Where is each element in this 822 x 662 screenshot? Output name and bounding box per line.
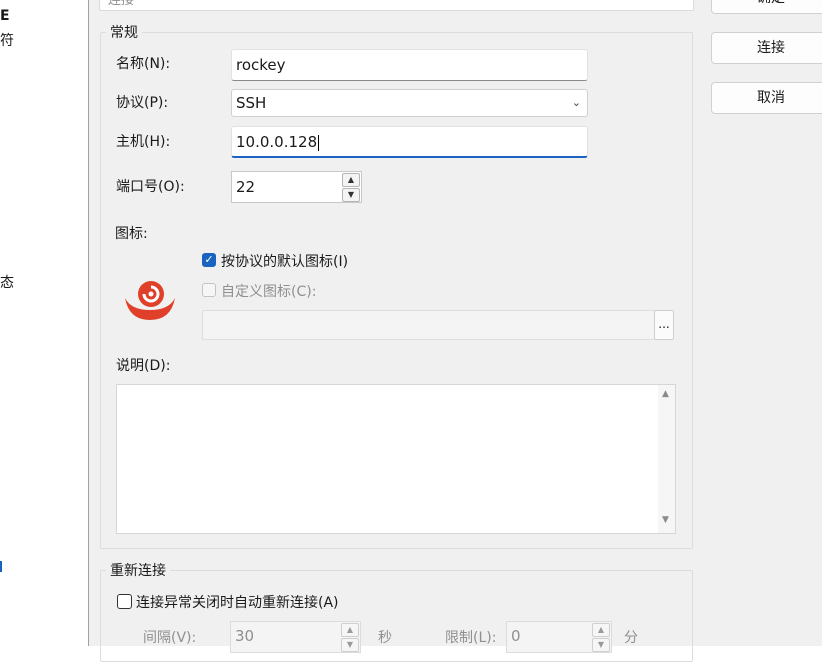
limit-up-button[interactable]: ▲ [592,623,610,637]
auto-reconnect-label: 连接异常关闭时自动重新连接(A) [136,595,339,611]
limit-unit: 分 [624,630,638,646]
chevron-down-icon: ⌄ [571,96,581,109]
interval-label: 间隔(V): [143,630,197,646]
limit-stepper[interactable]: 0 ▲ ▼ [506,621,612,653]
left-fragment-2: 符 [0,33,14,49]
limit-value: 0 [511,627,521,645]
ok-button[interactable]: 确定 [711,0,822,14]
left-fragment-1: E [0,8,10,24]
interval-down-button[interactable]: ▼ [341,638,359,652]
protocol-select-value: SSH [236,94,267,112]
general-group-title: 常规 [106,22,142,42]
port-value: 22 [236,178,256,196]
port-up-button[interactable]: ▲ [342,173,360,187]
session-properties-dialog: 连接 确定 连接 取消 常规 名称(N): rockey 协议(P): SSH … [89,0,822,662]
top-field-text: 连接 [108,0,135,8]
custom-icon-checkbox[interactable] [202,283,216,297]
interval-unit: 秒 [378,630,392,646]
ssh-protocol-icon [123,276,177,324]
connect-button[interactable]: 连接 [711,32,822,64]
description-scrollbar[interactable]: ▲ ▼ [658,385,675,533]
name-label: 名称(N): [116,56,171,72]
name-input[interactable]: rockey [231,49,588,81]
selection-marker [0,561,2,572]
host-label: 主机(H): [116,134,171,150]
text-caret [318,134,320,151]
default-icon-checkbox[interactable]: ✓ [202,253,216,267]
protocol-label: 协议(P): [116,95,169,111]
default-icon-label: 按协议的默认图标(I) [221,254,349,270]
description-label: 说明(D): [116,358,171,374]
icon-label: 图标: [115,226,148,242]
limit-label: 限制(L): [445,630,497,646]
port-label: 端口号(O): [116,179,185,195]
protocol-select[interactable]: SSH ⌄ [231,89,588,117]
interval-up-button[interactable]: ▲ [341,623,359,637]
left-panel: E 符 态 [0,0,88,646]
custom-icon-label: 自定义图标(C): [221,284,317,300]
browse-button[interactable]: ... [654,310,674,340]
host-input[interactable]: 10.0.0.128 [231,126,588,158]
auto-reconnect-checkbox[interactable] [117,594,132,609]
port-down-button[interactable]: ▼ [342,188,360,202]
interval-value: 30 [235,627,255,645]
reconnect-group-title: 重新连接 [106,560,170,580]
scroll-up-icon[interactable]: ▲ [662,389,669,399]
host-input-value: 10.0.0.128 [236,133,318,151]
interval-stepper[interactable]: 30 ▲ ▼ [230,621,361,653]
scroll-down-icon[interactable]: ▼ [662,515,669,525]
description-textarea[interactable]: ▲ ▼ [116,384,676,534]
custom-icon-path-input[interactable] [202,310,655,340]
top-field[interactable]: 连接 [99,0,694,11]
port-stepper[interactable]: 22 ▲ ▼ [231,171,362,203]
limit-down-button[interactable]: ▼ [592,638,610,652]
left-fragment-3: 态 [0,275,14,291]
cancel-button[interactable]: 取消 [711,82,822,114]
